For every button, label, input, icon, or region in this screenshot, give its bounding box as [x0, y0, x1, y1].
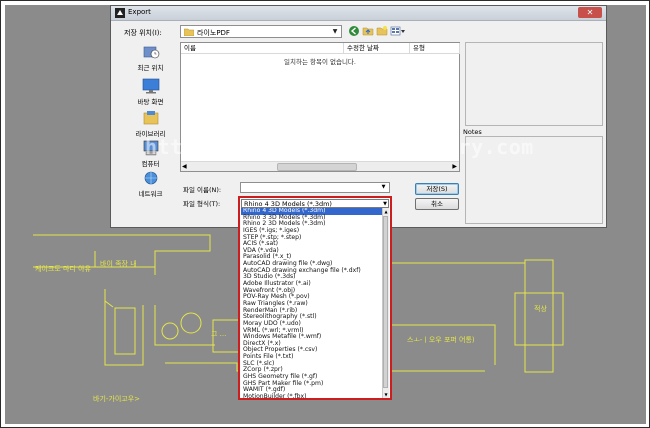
cancel-button[interactable]: 취소 [415, 198, 459, 210]
cad-label: 바이 족장 내 [100, 260, 137, 268]
place-recent[interactable]: 최근 위치 [123, 44, 178, 72]
scrollbar-thumb[interactable] [383, 216, 388, 388]
cad-circle [180, 312, 202, 334]
cad-label: 스ㅗ-ㅣ오우 포퍼 어통) [407, 336, 475, 344]
cad-viewport: 케이크도 마디 아유 바이 족장 내 적상 스ㅗ-ㅣ오우 포퍼 어통) 바기-가… [5, 5, 646, 424]
recent-places-icon [143, 46, 159, 59]
file-type-select[interactable]: Rhino 4 3D Models (*.3dm) ▼ [241, 199, 389, 208]
cad-label: 적상 [534, 305, 547, 313]
file-type-options: Rhino 4 3D Models (*.3dm) Rhino 3 3D Mode… [241, 208, 384, 398]
scrollbar-thumb[interactable] [277, 163, 357, 171]
libraries-icon [143, 111, 158, 125]
new-folder-icon[interactable] [376, 25, 388, 37]
rhino-app-icon [115, 8, 125, 18]
file-type-dropdown[interactable]: Rhino 4 3D Models (*.3dm) ▼ Rhino 4 3D M… [238, 196, 392, 400]
chevron-down-icon: ▼ [332, 28, 338, 35]
up-folder-icon[interactable] [362, 25, 374, 37]
cad-room [114, 307, 136, 355]
save-in-value: 라이노PDF [197, 29, 230, 37]
horizontal-scrollbar[interactable]: ◀ ▶ [181, 161, 459, 171]
save-in-combo[interactable]: 라이노PDF ▼ [180, 25, 342, 38]
place-label: 컴퓨터 [141, 160, 160, 168]
scroll-up-icon[interactable]: ▲ [383, 208, 389, 215]
export-dialog: Export ✕ 저장 위치(I): 라이노PDF ▼ 최근 위치 바탕 화면 … [110, 5, 607, 228]
places-bar: 최근 위치 바탕 화면 라이브러리 컴퓨터 네트워크 [123, 40, 178, 200]
close-icon: ✕ [586, 8, 594, 17]
cad-room [524, 259, 554, 373]
desktop-icon [142, 78, 159, 94]
file-name-input[interactable]: ▼ [240, 182, 390, 193]
column-header-modified[interactable]: 수정한 날짜 [344, 43, 410, 54]
scroll-left-icon[interactable]: ◀ [182, 162, 187, 171]
place-label: 바탕 화면 [137, 98, 164, 106]
back-icon[interactable] [348, 25, 360, 37]
folder-icon [184, 28, 194, 36]
place-label: 네트워크 [138, 190, 163, 198]
view-menu-icon[interactable] [390, 25, 406, 37]
place-desktop[interactable]: 바탕 화면 [123, 78, 178, 106]
file-type-option[interactable]: MotionBuilder (*.fbx) [241, 393, 384, 398]
cad-room [514, 292, 564, 346]
file-type-selected-value: Rhino 4 3D Models (*.3dm) [244, 200, 332, 208]
empty-list-message: 일치하는 항목이 없습니다. [284, 58, 356, 66]
cad-line [104, 300, 114, 308]
watermark: http://themecreator.tistory.com [145, 135, 534, 159]
screenshot-frame: 케이크도 마디 아유 바이 족장 내 적상 스ㅗ-ㅣ오우 포퍼 어통) 바기-가… [0, 0, 650, 428]
cad-label: 그 ... [211, 330, 227, 338]
cad-label: 케이크도 마디 아유 [35, 265, 91, 273]
dialog-titlebar[interactable]: Export ✕ [111, 6, 606, 21]
preview-pane [465, 42, 603, 126]
column-header-name[interactable]: 이름 [181, 43, 344, 54]
scroll-down-icon[interactable]: ▼ [383, 391, 389, 398]
close-button[interactable]: ✕ [578, 7, 602, 18]
file-type-label: 파일 형식(T): [183, 200, 221, 208]
network-icon [144, 171, 157, 185]
place-libraries[interactable]: 라이브러리 [123, 110, 178, 138]
file-name-label: 파일 이름(N): [183, 186, 222, 194]
chevron-down-icon[interactable]: ▼ [379, 183, 388, 192]
save-button[interactable]: 저장(S) [415, 183, 459, 195]
scroll-right-icon[interactable]: ▶ [452, 162, 457, 171]
cad-wall [390, 324, 496, 365]
column-header-type[interactable]: 유형 [410, 43, 460, 54]
place-label: 최근 위치 [137, 64, 164, 72]
cad-circle [161, 322, 179, 340]
place-network[interactable]: 네트워크 [123, 170, 178, 198]
dialog-title: Export [128, 8, 151, 16]
cad-label: 바기-가이고우> [93, 395, 141, 403]
save-in-label: 저장 위치(I): [124, 29, 162, 37]
chevron-down-icon: ▼ [383, 201, 387, 207]
dropdown-scrollbar[interactable]: ▲ ▼ [382, 208, 389, 398]
